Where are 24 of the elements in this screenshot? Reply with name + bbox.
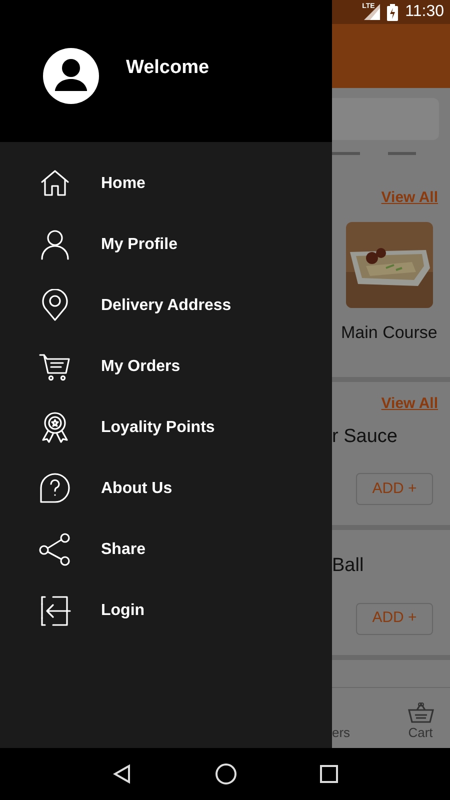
menu-item[interactable]: Loyality Points xyxy=(0,397,332,458)
back-icon[interactable] xyxy=(112,764,132,784)
menu-item[interactable]: Delivery Address xyxy=(0,275,332,336)
clock-text: 11:30 xyxy=(405,2,444,22)
avatar-icon xyxy=(43,48,99,104)
menu-item[interactable]: My Orders xyxy=(0,336,332,397)
menu-item[interactable]: My Profile xyxy=(0,214,332,275)
menu-item[interactable]: Home xyxy=(0,153,332,214)
share-icon xyxy=(39,533,72,566)
basket-icon xyxy=(408,702,434,724)
battery-icon xyxy=(387,4,398,20)
question-bubble-icon xyxy=(39,472,72,505)
category-label: Main Course xyxy=(340,322,438,344)
person-icon xyxy=(39,228,72,261)
login-icon xyxy=(39,594,72,627)
product-name: r Sauce xyxy=(332,424,398,448)
recents-icon[interactable] xyxy=(320,765,338,783)
welcome-text: Welcome xyxy=(126,56,210,80)
home-button-icon[interactable] xyxy=(214,763,237,785)
menu-item[interactable]: Share xyxy=(0,519,332,580)
menu-item[interactable]: Login xyxy=(0,580,332,641)
search-field[interactable] xyxy=(332,98,439,140)
menu-item[interactable]: About Us xyxy=(0,458,332,519)
product-name: Ball xyxy=(332,554,365,578)
